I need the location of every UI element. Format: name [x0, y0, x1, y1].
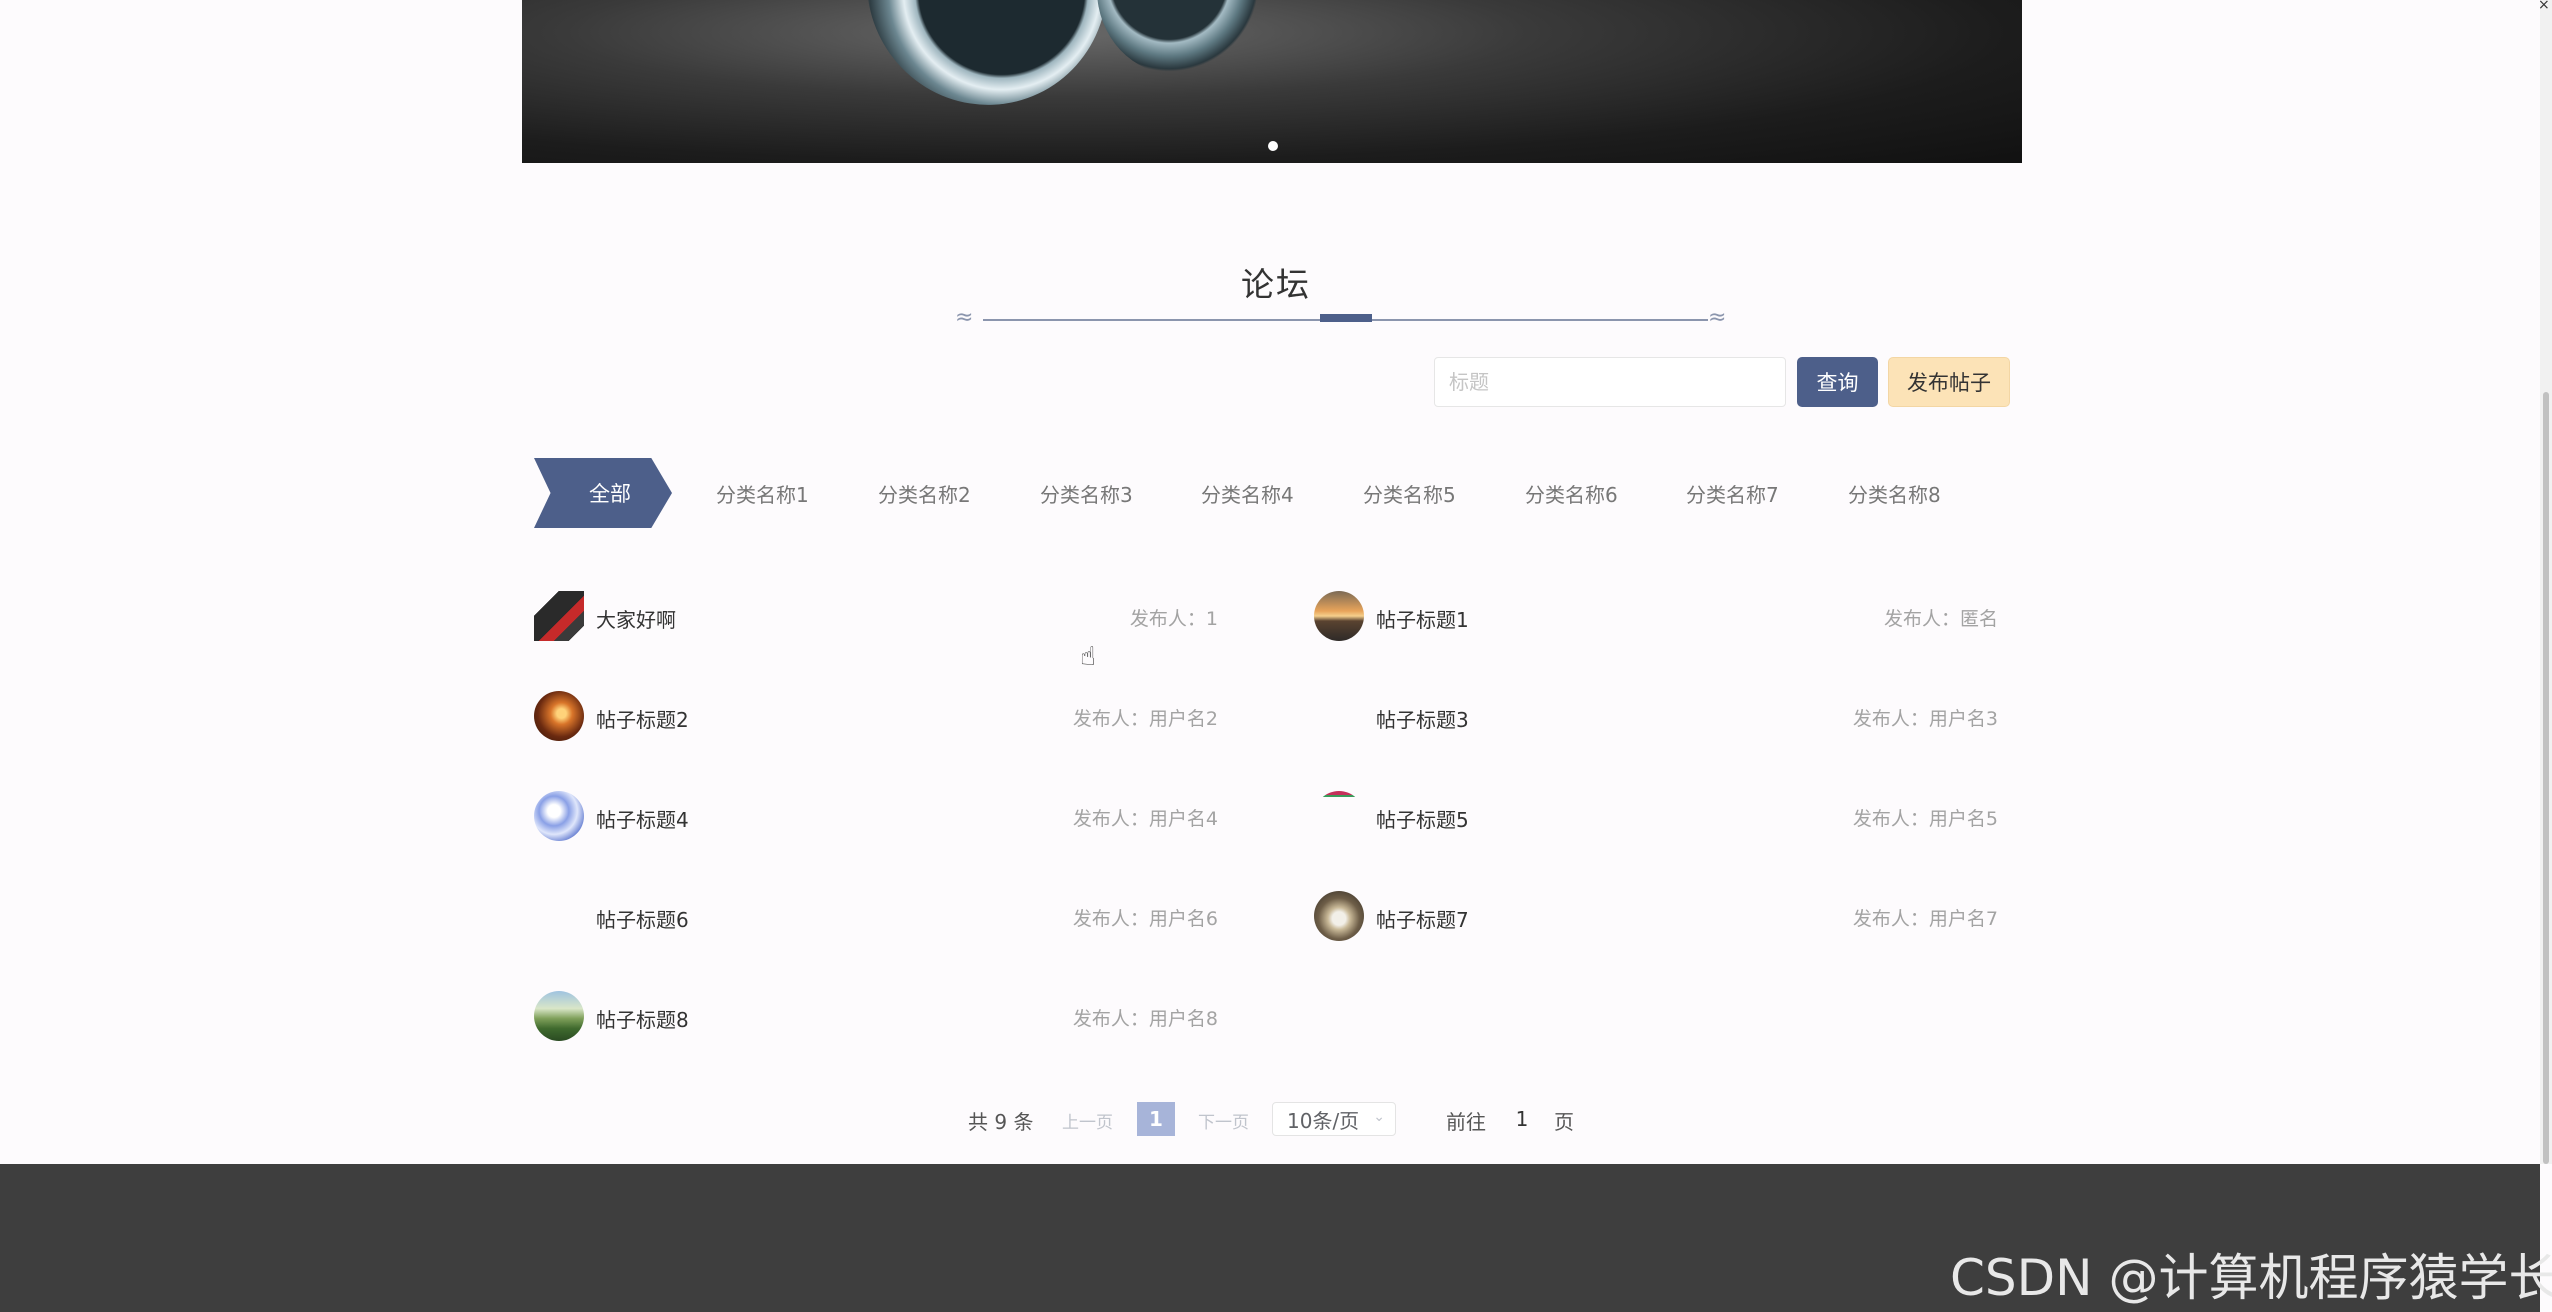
category-tab-6[interactable]: 分类名称6: [1525, 474, 1618, 512]
post-title[interactable]: 帖子标题4: [596, 804, 689, 833]
smartwatch-image-secondary: [1097, 0, 1257, 75]
post-item[interactable]: 帖子标题4 发布人：用户名4: [534, 787, 1218, 845]
scrollbar-thumb[interactable]: [2543, 392, 2549, 1164]
post-item[interactable]: 帖子标题8 发布人：用户名8: [534, 987, 1218, 1045]
post-thumbnail: [534, 791, 584, 841]
pagination-goto-input[interactable]: [1500, 1102, 1544, 1136]
smartwatch-image: [840, 0, 1134, 131]
post-title[interactable]: 帖子标题2: [596, 704, 689, 733]
category-tab-8[interactable]: 分类名称8: [1848, 474, 1941, 512]
post-title[interactable]: 帖子标题8: [596, 1004, 689, 1033]
post-author: 发布人：用户名3: [1852, 708, 1998, 730]
post-item[interactable]: 帖子标题2 发布人：用户名2: [534, 687, 1218, 745]
post-item[interactable]: 帖子标题6 发布人：用户名6: [534, 887, 1218, 945]
post-item[interactable]: 大家好啊 发布人：1: [534, 587, 1218, 645]
post-item[interactable]: 帖子标题7 发布人：用户名7: [1314, 887, 1998, 945]
post-item[interactable]: 帖子标题1 发布人：匿名: [1314, 587, 1998, 645]
post-thumbnail: [1314, 891, 1364, 941]
category-tab-2[interactable]: 分类名称2: [878, 474, 971, 512]
post-author: 发布人：用户名2: [1072, 708, 1218, 730]
banner-carousel[interactable]: [522, 0, 2022, 163]
post-thumbnail: [1314, 691, 1364, 741]
pagination-prev-button[interactable]: 上一页: [1062, 1102, 1113, 1138]
post-author: 发布人：用户名4: [1072, 808, 1218, 830]
category-tab-7[interactable]: 分类名称7: [1686, 474, 1779, 512]
post-author: 发布人：用户名5: [1852, 808, 1998, 830]
page-size-value: 10条/页: [1287, 1108, 1360, 1133]
title-flourish-right-icon: ≈: [1708, 305, 1727, 330]
pagination-total: 共 9 条: [968, 1109, 1034, 1134]
post-title[interactable]: 帖子标题3: [1376, 704, 1469, 733]
page-title: 论坛: [1241, 265, 1311, 304]
close-icon[interactable]: ×: [2538, 0, 2550, 12]
watermark: CSDN @计算机程序猿学长: [1950, 1249, 2552, 1307]
chevron-down-icon: ⌄: [1373, 1109, 1385, 1125]
post-item[interactable]: 帖子标题5 发布人：用户名5: [1314, 787, 1998, 845]
post-title[interactable]: 帖子标题5: [1376, 804, 1469, 833]
category-tab-1[interactable]: 分类名称1: [716, 474, 809, 512]
category-tab-5[interactable]: 分类名称5: [1363, 474, 1456, 512]
pagination-page-label: 页: [1554, 1109, 1574, 1134]
query-button[interactable]: 查询: [1797, 357, 1878, 407]
page-size-select[interactable]: 10条/页 ⌄: [1272, 1102, 1396, 1136]
category-tab-all[interactable]: 全部: [534, 458, 672, 528]
post-title[interactable]: 帖子标题1: [1376, 604, 1469, 633]
post-author: 发布人：用户名6: [1072, 908, 1218, 930]
post-title[interactable]: 帖子标题7: [1376, 904, 1469, 933]
pagination-page-button[interactable]: 1: [1137, 1102, 1175, 1136]
create-post-button[interactable]: 发布帖子: [1888, 357, 2010, 407]
category-tab-3[interactable]: 分类名称3: [1040, 474, 1133, 512]
category-tab-4[interactable]: 分类名称4: [1201, 474, 1294, 512]
post-thumbnail: [534, 591, 584, 641]
pagination-next-button[interactable]: 下一页: [1198, 1102, 1249, 1138]
hand-cursor-icon: ☝: [1080, 642, 1096, 672]
post-thumbnail: [534, 991, 584, 1041]
post-thumbnail: [534, 891, 584, 941]
category-tab-label: 全部: [589, 482, 631, 506]
post-title[interactable]: 大家好啊: [596, 604, 676, 633]
pagination-goto-label: 前往: [1446, 1109, 1486, 1134]
search-input[interactable]: [1434, 357, 1786, 407]
carousel-indicator-dot[interactable]: [1268, 141, 1278, 151]
title-flourish-left-icon: ≈: [955, 305, 974, 330]
post-author: 发布人：匿名: [1883, 608, 1998, 630]
post-author: 发布人：用户名7: [1852, 908, 1998, 930]
post-item[interactable]: 帖子标题3 发布人：用户名3: [1314, 687, 1998, 745]
post-thumbnail: [534, 691, 584, 741]
post-thumbnail: [1314, 591, 1364, 641]
post-title[interactable]: 帖子标题6: [596, 904, 689, 933]
post-thumbnail: [1314, 791, 1364, 841]
title-underline-accent: [1320, 314, 1372, 322]
post-author: 发布人：1: [1129, 608, 1218, 630]
post-author: 发布人：用户名8: [1072, 1008, 1218, 1030]
